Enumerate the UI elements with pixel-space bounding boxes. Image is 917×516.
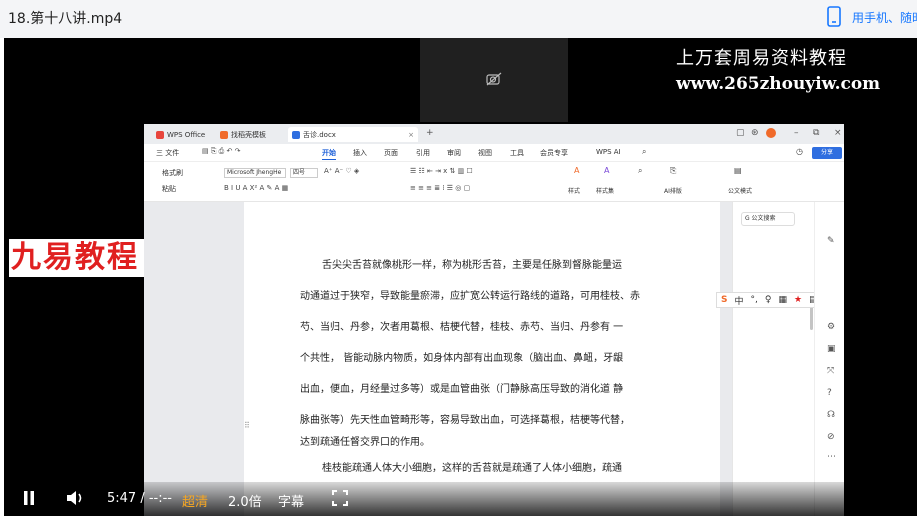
ime-punct-icon[interactable]: °, xyxy=(751,295,758,305)
menu-member[interactable]: 会员专享 xyxy=(540,148,568,158)
phone-icon xyxy=(827,6,841,27)
styles-icon[interactable]: A xyxy=(574,166,579,175)
paragraph: 个共性， 皆能动脉内物质，如身体内部有出血现象（脑出血、鼻衄，牙龈 xyxy=(300,353,624,364)
ai-layout-label[interactable]: AI排版 xyxy=(664,186,682,195)
style-set-icon[interactable]: A xyxy=(604,166,609,175)
styles-label[interactable]: 样式 xyxy=(568,186,580,195)
tab-label: 舌诊.docx xyxy=(303,130,336,139)
watermark-line1: 上万套周易资料教程 xyxy=(676,48,847,69)
font-name-select[interactable]: Microsoft JhengHe xyxy=(224,168,286,178)
ime-mic-icon[interactable]: ♀ xyxy=(765,295,772,305)
wps-logo-icon xyxy=(156,130,164,139)
history-icon[interactable]: ◷ xyxy=(796,147,803,156)
minimize-icon[interactable]: – xyxy=(794,128,799,138)
right-tool-rail: ✎ ⚙ ▣ ⤧ ? ☊ ⊘ ⋯ xyxy=(814,202,844,516)
doc-icon xyxy=(292,130,300,139)
player-controls: 5:47 / --:-- 超清 2.0倍 字幕 xyxy=(4,482,917,516)
new-tab-icon[interactable]: + xyxy=(426,128,434,138)
image-icon[interactable]: ▣ xyxy=(827,344,836,354)
paragraph: 动通道过于狭窄，导致能量瘀滞，应扩宽公转运行路线的道路，可用桂枝、赤 xyxy=(300,291,640,302)
settings-icon[interactable]: ⊛ xyxy=(751,128,759,138)
link-icon[interactable]: ⊘ xyxy=(827,432,835,442)
font-size-adjust-icons[interactable]: A⁺ A⁻ ♡ ◈ xyxy=(324,167,359,175)
menu-reference[interactable]: 引用 xyxy=(416,148,430,158)
paragraph: 舌尖尖舌苔就像桃形一样，称为桃形舌苔，主要是任脉到督脉能量运 xyxy=(322,260,622,271)
list-icons[interactable]: ☰ ☷ ⇤ ⇥ ⅹ ⇅ ▥ ☐ xyxy=(410,167,473,175)
format-painter-button[interactable]: 格式刷 xyxy=(162,168,183,178)
official-doc-icon[interactable]: ▤ xyxy=(734,166,742,175)
watermark-line2: www.265zhouyiw.com xyxy=(676,74,881,94)
menu-insert[interactable]: 插入 xyxy=(353,148,367,158)
ime-skin-icon[interactable]: ★ xyxy=(794,295,802,305)
paste-button[interactable]: 粘贴 xyxy=(162,184,176,194)
restore-icon[interactable]: ⧉ xyxy=(813,128,819,138)
align-icons[interactable]: ≡ ≡ ≡ ≣ ⁞ ☰ ◎ ▢ xyxy=(410,184,470,192)
ime-keyboard-icon[interactable]: ▦ xyxy=(778,295,787,305)
ime-lang-button[interactable]: 中 xyxy=(734,294,743,307)
wps-ribbon: 格式刷 粘贴 Microsoft JhengHe 四号 A⁺ A⁻ ♡ ◈ B … xyxy=(144,162,844,202)
wps-window: WPS Office 找稻壳模板 舌诊.docx × + ▢ ⊛ – ⧉ × 三… xyxy=(144,124,844,516)
speed-button[interactable]: 2.0倍 xyxy=(228,491,262,510)
menu-review[interactable]: 审阅 xyxy=(447,148,461,158)
resize-icon[interactable]: ⤧ xyxy=(827,366,834,376)
paragraph: 脉曲张等）先天性血管畸形等，容易导致出血，可选择葛根，桔梗等代替， xyxy=(300,415,630,426)
wps-menubar: 三 文件 ▤ ⎘ ⎙ ↶ ↷ 开始 插入 页面 引用 审阅 视图 工具 会员专享… xyxy=(144,144,844,162)
mobile-link-label: 用手机、随时 xyxy=(852,10,917,25)
tools-icon[interactable]: ⚙ xyxy=(827,322,835,332)
video-title: 18.第十八讲.mp4 xyxy=(8,11,123,27)
ai-layout-icon[interactable]: ⎘ xyxy=(670,166,676,176)
paragraph: 出血，便血，月经量过多等）或是血管曲张（门静脉高压导致的消化道 静 xyxy=(300,384,624,395)
paragraph: 达到疏通任督交界口的作用。 xyxy=(300,437,430,448)
official-doc-label[interactable]: 公文模式 xyxy=(728,186,752,195)
volume-icon[interactable] xyxy=(66,490,86,510)
share-button[interactable]: 分享 xyxy=(812,147,842,159)
tab-wps-office[interactable]: WPS Office xyxy=(152,127,209,142)
tab-label: 找稻壳模板 xyxy=(231,130,266,139)
pause-icon[interactable] xyxy=(22,490,36,510)
video-player[interactable]: 上万套周易资料教程 www.265zhouyiw.com 九易教程 WPS Of… xyxy=(4,38,917,516)
page-header: 18.第十八讲.mp4 用手机、随时 xyxy=(0,0,917,38)
camera-off-box xyxy=(420,38,568,122)
tab-template[interactable]: 找稻壳模板 xyxy=(216,127,270,142)
menu-home[interactable]: 开始 xyxy=(322,148,336,160)
close-icon[interactable]: × xyxy=(408,131,414,139)
ime-logo-icon[interactable]: S xyxy=(721,295,727,305)
doc-search-button[interactable]: G 公文搜索 xyxy=(741,212,795,226)
menu-tools[interactable]: 工具 xyxy=(510,148,524,158)
menu-view[interactable]: 视图 xyxy=(478,148,492,158)
fullscreen-icon[interactable] xyxy=(332,490,348,510)
text-format-icons[interactable]: B I U A X² A ✎ A ▦ xyxy=(224,184,288,192)
more-icon[interactable]: ⋯ xyxy=(827,452,836,462)
search-icon[interactable]: ⌕ xyxy=(642,147,646,157)
mark-icon[interactable]: ☊ xyxy=(827,410,835,420)
side-panel: G 公文搜索 xyxy=(732,202,814,516)
subtitles-button[interactable]: 字幕 xyxy=(278,491,304,510)
time-display: 5:47 / --:-- xyxy=(107,491,172,506)
paragraph: 芍、当归、丹参，次者用葛根、桔梗代替，桂枝、赤芍、当归、丹参有 一 xyxy=(300,322,624,333)
vertical-scrollbar[interactable] xyxy=(810,306,813,330)
camera-off-icon xyxy=(486,72,502,86)
menu-file[interactable]: 三 文件 xyxy=(156,148,179,158)
document-page[interactable]: 舌尖尖舌苔就像桃形一样，称为桃形舌苔，主要是任脉到督脉能量运 动通道过于狭窄，导… xyxy=(244,202,720,516)
quality-button[interactable]: 超清 xyxy=(182,491,208,510)
find-icon[interactable]: ⌕ xyxy=(638,166,642,176)
quick-access-icons[interactable]: ▤ ⎘ ⎙ ↶ ↷ xyxy=(202,147,240,156)
mobile-watch-link[interactable]: 用手机、随时 xyxy=(826,6,917,28)
wps-tabbar: WPS Office 找稻壳模板 舌诊.docx × + ▢ ⊛ – ⧉ × xyxy=(144,124,844,144)
avatar[interactable] xyxy=(766,128,776,138)
menu-page[interactable]: 页面 xyxy=(384,148,398,158)
help-icon[interactable]: ? xyxy=(827,388,832,398)
window-close-icon[interactable]: × xyxy=(834,128,842,138)
window-icon[interactable]: ▢ xyxy=(736,128,745,138)
edit-icon[interactable]: ✎ xyxy=(827,236,835,246)
drag-handle-icon[interactable]: ⠿ xyxy=(244,421,250,430)
font-size-select[interactable]: 四号 xyxy=(290,168,318,178)
menu-wps-ai[interactable]: WPS AI xyxy=(596,148,621,156)
style-set-label[interactable]: 样式集 xyxy=(596,186,614,195)
template-icon xyxy=(220,130,228,139)
tab-label: WPS Office xyxy=(167,130,206,139)
tab-document[interactable]: 舌诊.docx × xyxy=(288,127,418,142)
paragraph: 桂枝能疏通人体大小细胞，这样的舌苔就是疏通了人体小细胞，疏通 xyxy=(322,463,622,474)
